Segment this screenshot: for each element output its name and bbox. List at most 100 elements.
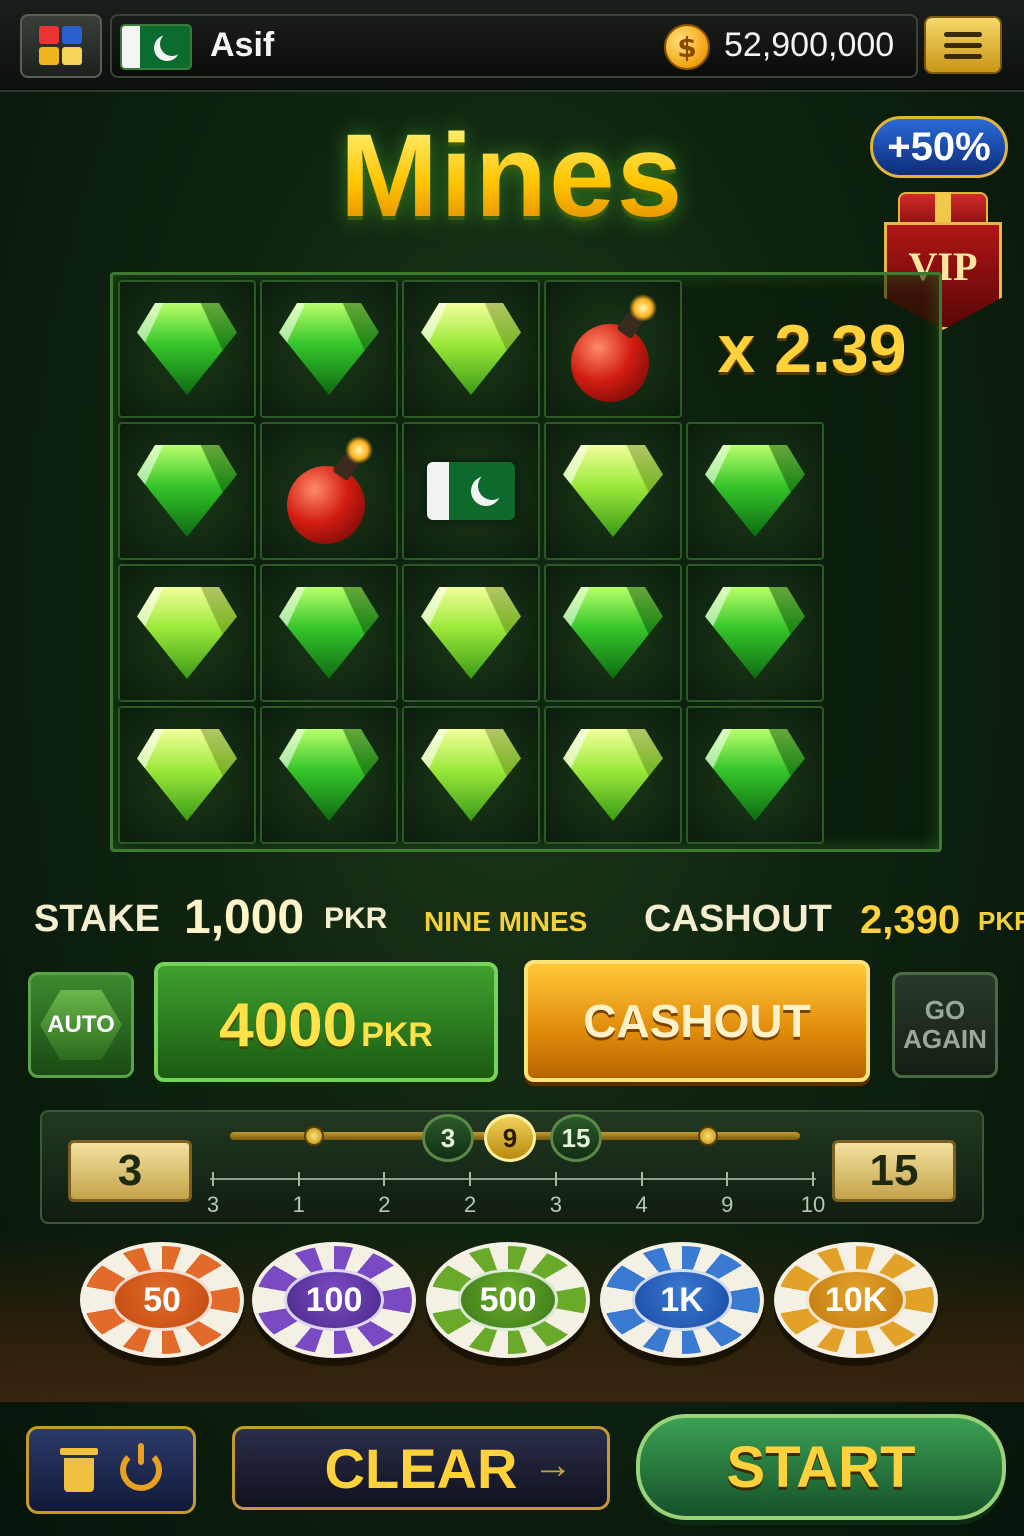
scale-label: 3	[206, 1192, 220, 1217]
stake-value: 1,000	[184, 891, 305, 944]
scale-tick	[469, 1172, 472, 1186]
grid-tile[interactable]	[686, 422, 824, 560]
info-row: STAKE 1,000 PKR NINE MINES CASHOUT 2,390…	[34, 888, 1024, 948]
chip-label: 10K	[806, 1269, 906, 1331]
emerald-gem-icon	[421, 729, 521, 821]
grid-tile[interactable]	[544, 706, 682, 844]
scale-label: 10	[800, 1192, 826, 1217]
grid-tile[interactable]	[260, 280, 398, 418]
coin-balance: 52,900,000	[724, 26, 895, 64]
grid-tile[interactable]	[544, 564, 682, 702]
scale-tick	[212, 1172, 214, 1186]
scale-tick	[812, 1172, 814, 1186]
emerald-gem-icon	[421, 587, 521, 679]
emerald-gem-icon	[563, 587, 663, 679]
player-info: Asif $ 52,900,000	[110, 14, 918, 78]
mines-count-label: NINE MINES	[424, 906, 588, 937]
emerald-gem-icon	[421, 303, 521, 395]
emerald-gem-icon	[563, 729, 663, 821]
scale-tick	[383, 1172, 386, 1186]
trash-icon[interactable]	[60, 1448, 98, 1492]
grid-tile[interactable]	[118, 422, 256, 560]
grid-tile[interactable]	[260, 706, 398, 844]
player-name: Asif	[210, 26, 275, 64]
scale-tick	[640, 1172, 643, 1186]
start-button[interactable]: START	[636, 1414, 1006, 1520]
grid-tile[interactable]	[260, 564, 398, 702]
cashout-value: 2,390	[860, 898, 961, 942]
go-again-button[interactable]: GO AGAIN	[892, 972, 998, 1078]
grid-tile[interactable]	[544, 422, 682, 560]
grid-tile[interactable]	[402, 422, 540, 560]
power-icon[interactable]	[120, 1443, 162, 1491]
scale-tick	[297, 1172, 300, 1186]
tools-button[interactable]	[26, 1426, 196, 1514]
auto-label: AUTO	[40, 990, 122, 1060]
emerald-gem-icon	[279, 729, 379, 821]
emerald-gem-icon	[137, 587, 237, 679]
game-title: Mines	[0, 108, 1024, 244]
emerald-gem-icon	[705, 729, 805, 821]
mines-max-box[interactable]: 15	[832, 1140, 956, 1202]
clear-label: CLEAR	[324, 1436, 518, 1500]
stake-unit: PKR	[324, 902, 388, 935]
scale-tick	[726, 1172, 729, 1186]
mines-min-box[interactable]: 3	[68, 1140, 192, 1202]
emerald-gem-icon	[279, 587, 379, 679]
chip-10k[interactable]: 10K	[774, 1242, 938, 1358]
mines-option-selected[interactable]: 9	[484, 1114, 536, 1162]
grid-tile[interactable]	[118, 706, 256, 844]
emerald-gem-icon	[137, 445, 237, 537]
auto-button[interactable]: AUTO	[28, 972, 134, 1078]
bonus-badge[interactable]: +50%	[870, 116, 1008, 178]
chip-label: 1K	[632, 1269, 732, 1331]
menu-list-button[interactable]	[924, 16, 1002, 74]
scale-label: 2	[464, 1192, 477, 1217]
emerald-gem-icon	[563, 445, 663, 537]
cashout-label: CASHOUT	[644, 898, 832, 940]
scale-tick	[554, 1172, 557, 1186]
emerald-gem-icon	[137, 729, 237, 821]
emerald-gem-icon	[279, 303, 379, 395]
menu-list-icon	[944, 31, 982, 37]
slider-handle-right[interactable]	[698, 1126, 718, 1146]
chip-500[interactable]: 500	[426, 1242, 590, 1358]
grid-tile[interactable]	[118, 564, 256, 702]
bomb-icon	[279, 436, 379, 546]
clear-button[interactable]: CLEAR →	[232, 1426, 610, 1510]
emerald-gem-icon	[137, 303, 237, 395]
slider-handle-left[interactable]	[304, 1126, 324, 1146]
multiplier-display: x 2.39	[717, 311, 907, 387]
bet-amount-button[interactable]: 4000 PKR	[154, 962, 498, 1082]
scale-label: 1	[292, 1192, 305, 1217]
chip-1k[interactable]: 1K	[600, 1242, 764, 1358]
scale-label: 4	[635, 1192, 648, 1217]
grid-tile[interactable]	[686, 564, 824, 702]
apps-button[interactable]	[20, 14, 102, 78]
stake-label: STAKE	[34, 898, 160, 940]
arrow-right-icon: →	[533, 1443, 573, 1487]
chip-50[interactable]: 50	[80, 1242, 244, 1358]
chip-label: 50	[112, 1269, 212, 1331]
coin-icon: $	[664, 24, 710, 70]
bomb-icon	[563, 294, 663, 404]
pakistan-flag-icon	[120, 24, 192, 70]
grid-tile[interactable]	[118, 280, 256, 418]
emerald-gem-icon	[705, 587, 805, 679]
grid-tile[interactable]	[402, 280, 540, 418]
bet-amount: 4000	[219, 991, 358, 1060]
apps-icon	[37, 24, 85, 68]
scale-label: 9	[721, 1192, 734, 1217]
mines-option-low[interactable]: 3	[422, 1114, 474, 1162]
grid-tile[interactable]	[260, 422, 398, 560]
chip-label: 500	[458, 1269, 558, 1331]
grid-tile[interactable]	[402, 706, 540, 844]
grid-tile[interactable]	[686, 706, 824, 844]
grid-tile[interactable]	[544, 280, 682, 418]
chip-100[interactable]: 100	[252, 1242, 416, 1358]
pakistan-flag-icon	[427, 462, 515, 520]
cashout-button[interactable]: CASHOUT	[524, 960, 870, 1082]
scale-label: 3	[549, 1192, 562, 1217]
mines-option-high[interactable]: 15	[550, 1114, 602, 1162]
grid-tile[interactable]	[402, 564, 540, 702]
